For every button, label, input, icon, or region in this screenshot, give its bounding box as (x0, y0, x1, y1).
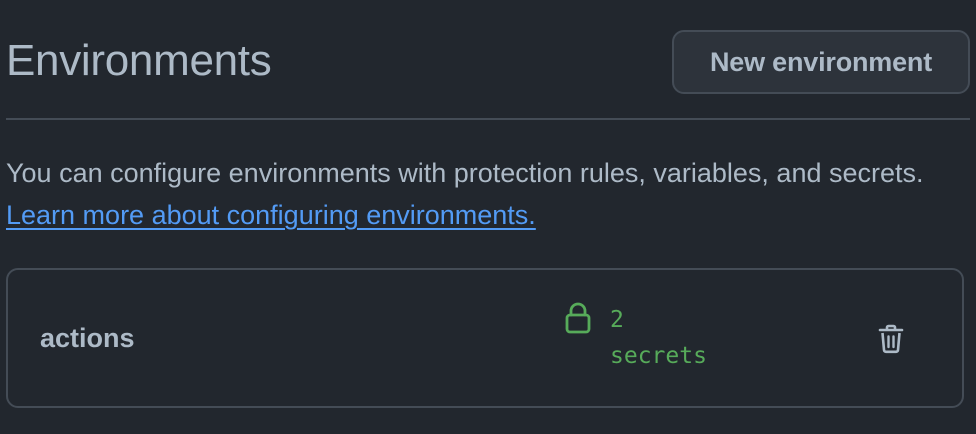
delete-environment-button[interactable] (870, 318, 912, 360)
page-header: Environments New environment (6, 0, 970, 120)
description-text: You can configure environments with prot… (6, 158, 924, 188)
new-environment-button[interactable]: New environment (672, 30, 970, 94)
trash-icon (878, 324, 904, 354)
secrets-count: 2 secrets (610, 307, 707, 369)
lock-icon (565, 302, 591, 334)
environments-page: Environments New environment You can con… (0, 0, 976, 434)
learn-more-link[interactable]: Learn more about configuring environment… (6, 200, 536, 230)
page-title: Environments (6, 36, 272, 85)
environment-row[interactable]: actions 2 secrets (6, 268, 964, 408)
environment-secrets: 2 secrets (564, 302, 720, 374)
environments-description: You can configure environments with prot… (6, 152, 936, 236)
environment-name[interactable]: actions (40, 320, 135, 356)
